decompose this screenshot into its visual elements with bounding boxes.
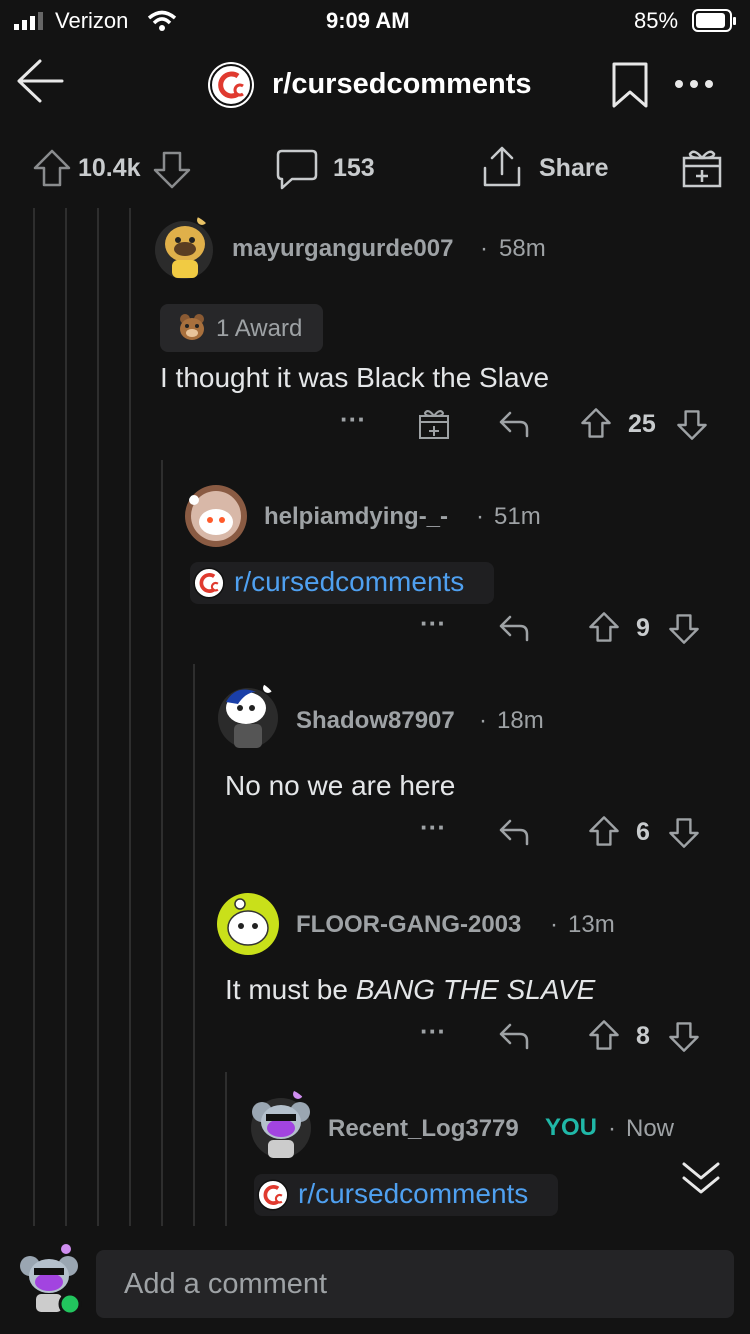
comment-body: I thought it was Black the Slave bbox=[160, 362, 550, 393]
username[interactable]: Recent_Log3779 bbox=[328, 1115, 519, 1143]
comment-body: No no we are here bbox=[225, 770, 456, 801]
reply-icon[interactable] bbox=[498, 818, 530, 846]
award-icon bbox=[176, 312, 208, 344]
comment-input[interactable]: Add a comment bbox=[96, 1250, 734, 1318]
back-button[interactable] bbox=[16, 58, 64, 104]
subreddit-link[interactable]: r/cursedcomments bbox=[298, 1178, 528, 1210]
meta-separator: · bbox=[480, 235, 488, 262]
meta-separator: · bbox=[608, 1115, 616, 1142]
comment-time: Now bbox=[626, 1115, 675, 1142]
username[interactable]: mayurgangurde007 bbox=[232, 235, 453, 263]
comment-more-button[interactable]: ··· bbox=[420, 812, 446, 843]
reply-icon[interactable] bbox=[498, 410, 530, 438]
status-bar: Verizon 9:09 AM 85% bbox=[0, 0, 750, 44]
upvote-icon[interactable] bbox=[588, 1019, 620, 1051]
downvote-icon[interactable] bbox=[668, 817, 700, 849]
comment-body-text: It must be bbox=[225, 974, 356, 1005]
comment-time: 58m bbox=[499, 235, 546, 262]
award-gift-icon[interactable] bbox=[418, 408, 450, 440]
comments-icon[interactable] bbox=[276, 148, 318, 190]
avatar[interactable] bbox=[216, 680, 280, 750]
vote-count: 6 bbox=[636, 818, 650, 846]
username[interactable]: FLOOR-GANG-2003 bbox=[296, 911, 521, 939]
downvote-icon[interactable] bbox=[668, 1021, 700, 1053]
thread-line-6[interactable] bbox=[193, 664, 195, 1226]
vote-count: 25 bbox=[628, 410, 656, 438]
comment-body: It must be BANG THE SLAVE bbox=[225, 974, 595, 1006]
upvote-icon[interactable] bbox=[588, 815, 620, 847]
subreddit-logo bbox=[256, 1178, 290, 1212]
upvote-icon[interactable] bbox=[580, 407, 612, 439]
comment-time: 13m bbox=[568, 911, 615, 938]
avatar[interactable] bbox=[152, 214, 216, 280]
comment-more-button[interactable]: ··· bbox=[340, 404, 366, 435]
thread-line-3[interactable] bbox=[97, 208, 99, 1226]
comment-time: 18m bbox=[497, 707, 544, 734]
meta-separator: · bbox=[479, 707, 487, 734]
subreddit-logo bbox=[192, 566, 226, 600]
thread-line-7[interactable] bbox=[225, 1072, 227, 1226]
bookmark-icon[interactable] bbox=[612, 62, 648, 108]
meta-separator: · bbox=[476, 503, 484, 530]
comment-body-emphasis: BANG THE SLAVE bbox=[355, 974, 596, 1005]
subreddit-link[interactable]: r/cursedcomments bbox=[234, 566, 464, 598]
subreddit-link-chip[interactable]: r/cursedcomments bbox=[190, 562, 494, 604]
award-chip[interactable]: 1 Award bbox=[160, 304, 323, 352]
avatar[interactable] bbox=[248, 1088, 314, 1160]
downvote-icon[interactable] bbox=[676, 409, 708, 441]
you-badge: YOU bbox=[545, 1114, 598, 1141]
post-score: 10.4k bbox=[78, 154, 141, 182]
comment-time: 51m bbox=[494, 503, 541, 530]
subreddit-logo[interactable] bbox=[208, 62, 254, 108]
comment-more-button[interactable]: ··· bbox=[420, 608, 446, 639]
username[interactable]: Shadow87907 bbox=[296, 707, 455, 735]
comment-input-placeholder: Add a comment bbox=[124, 1268, 328, 1300]
subreddit-title[interactable]: r/cursedcomments bbox=[272, 68, 532, 101]
carrier-label: Verizon bbox=[55, 8, 129, 33]
thread-line-5[interactable] bbox=[161, 460, 163, 1226]
subreddit-link-chip[interactable]: r/cursedcomments bbox=[254, 1174, 558, 1216]
avatar[interactable] bbox=[16, 1244, 82, 1316]
reply-icon[interactable] bbox=[498, 614, 530, 642]
comments-count[interactable]: 153 bbox=[333, 154, 375, 183]
battery-percent: 85% bbox=[634, 8, 679, 33]
vote-count: 8 bbox=[636, 1022, 650, 1050]
thread-line-4[interactable] bbox=[129, 208, 131, 1226]
comment-more-button[interactable]: ··· bbox=[420, 1016, 446, 1047]
share-icon[interactable] bbox=[482, 146, 522, 188]
post-upvote-icon[interactable] bbox=[32, 148, 72, 188]
thread-line-2[interactable] bbox=[65, 208, 67, 1226]
reply-icon[interactable] bbox=[498, 1022, 530, 1050]
post-downvote-icon[interactable] bbox=[152, 150, 192, 190]
award-gift-icon[interactable] bbox=[682, 148, 722, 188]
vote-count: 9 bbox=[636, 614, 650, 642]
thread-line-1[interactable] bbox=[33, 208, 35, 1226]
share-button[interactable]: Share bbox=[539, 154, 608, 183]
award-label: 1 Award bbox=[216, 315, 303, 342]
signal-icon bbox=[14, 12, 48, 30]
username[interactable]: helpiamdying-_- bbox=[264, 503, 448, 531]
upvote-icon[interactable] bbox=[588, 611, 620, 643]
wifi-icon bbox=[147, 10, 177, 32]
avatar[interactable] bbox=[184, 484, 248, 548]
downvote-icon[interactable] bbox=[668, 613, 700, 645]
double-chevron-down-icon[interactable] bbox=[680, 1160, 722, 1196]
avatar[interactable] bbox=[216, 892, 280, 956]
meta-separator: · bbox=[550, 911, 558, 938]
clock: 9:09 AM bbox=[326, 8, 410, 33]
battery-icon bbox=[692, 9, 738, 33]
more-horizontal-icon[interactable] bbox=[674, 78, 714, 90]
